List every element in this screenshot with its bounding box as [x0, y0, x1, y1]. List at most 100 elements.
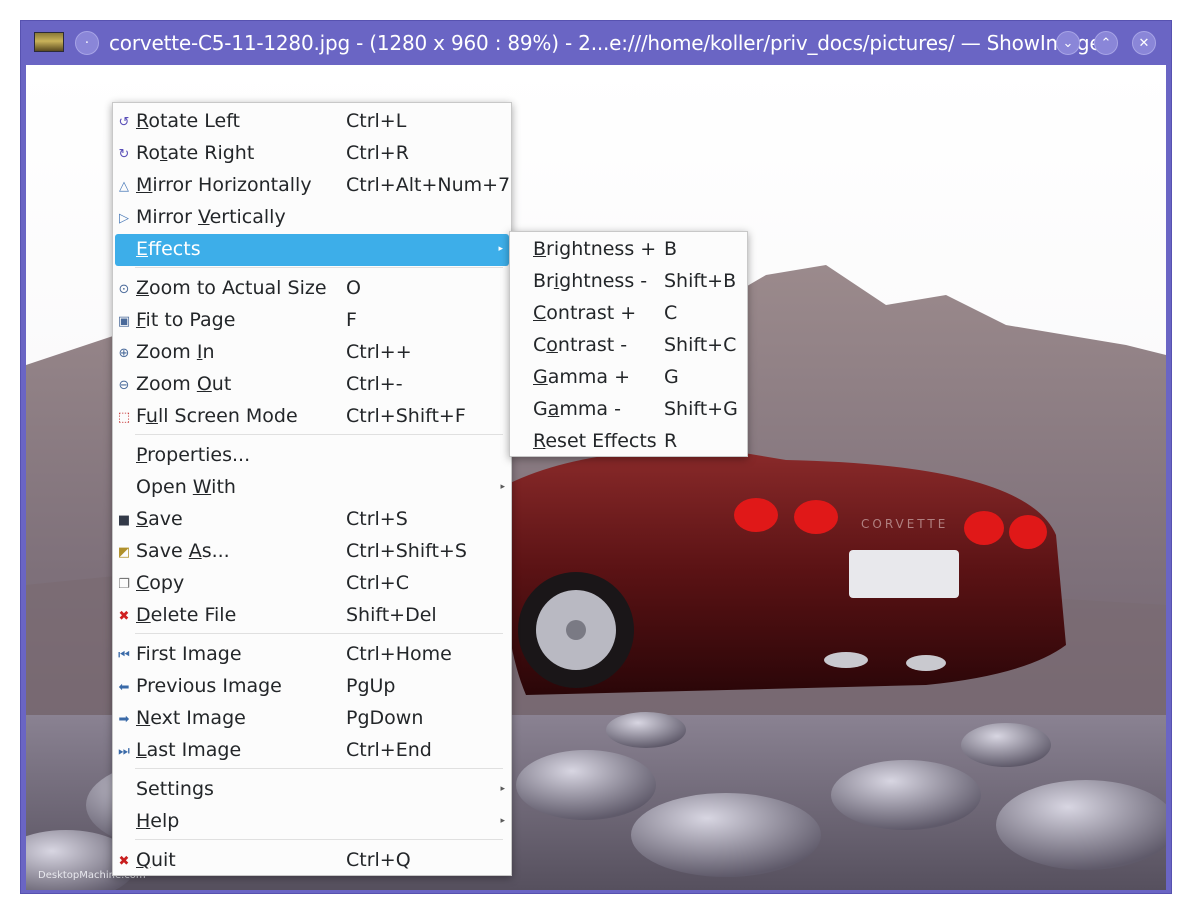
mnemonic-letter: G	[533, 366, 548, 388]
previous-image-icon: ⬅	[118, 679, 130, 695]
menu-item-label: Previous Image	[136, 675, 282, 697]
effects-item-brightness-plus[interactable]: Brightness + B	[510, 234, 747, 266]
effects-item-reset-effects[interactable]: Reset Effects R	[510, 426, 747, 458]
menu-item-last-image[interactable]: ⏭ Last Image Ctrl+End	[113, 735, 511, 767]
menu-item-shortcut: Ctrl+S	[346, 508, 408, 530]
menu-item-label: Quit	[136, 849, 176, 871]
label-text: rightness +	[546, 238, 657, 260]
mnemonic-letter: R	[533, 430, 546, 452]
copy-icon: ❐	[118, 576, 130, 592]
mnemonic-letter: C	[533, 302, 547, 324]
mnemonic-letter: M	[136, 174, 153, 196]
menu-item-save[interactable]: ■ Save Ctrl+S	[113, 504, 511, 536]
menu-item-label: Rotate Left	[136, 110, 240, 132]
menu-item-first-image[interactable]: ⏮ First Image Ctrl+Home	[113, 639, 511, 671]
menu-item-zoom-out[interactable]: ⊖ Zoom Out Ctrl+-	[113, 369, 511, 401]
label-text: ave	[148, 508, 183, 530]
window-menu-button[interactable]: ·	[75, 31, 99, 55]
mirror-horizontal-icon: △	[119, 178, 129, 194]
label-text: eset Effects	[545, 430, 657, 452]
close-button[interactable]: ✕	[1132, 31, 1156, 55]
title-bar[interactable]: · corvette-C5-11-1280.jpg - (1280 x 960 …	[21, 21, 1171, 65]
label-text: ontrast +	[546, 302, 637, 324]
maximize-button[interactable]: ⌃	[1094, 31, 1118, 55]
mnemonic-letter: Z	[136, 277, 150, 299]
menu-item-label: Reset Effects	[533, 430, 657, 452]
minimize-button[interactable]: ⌄	[1056, 31, 1080, 55]
menu-item-shortcut: F	[346, 309, 357, 331]
car-badge-text: CORVETTE	[861, 517, 948, 531]
mnemonic-letter: A	[188, 540, 202, 562]
menu-item-shortcut: Shift+C	[664, 334, 737, 356]
menu-item-label: Last Image	[136, 739, 241, 761]
menu-item-zoom-in[interactable]: ⊕ Zoom In Ctrl++	[113, 337, 511, 369]
menu-item-label: Zoom In	[136, 341, 214, 363]
menu-item-zoom-to-actual-size[interactable]: ⊙ Zoom to Actual Size O	[113, 273, 511, 305]
menu-item-label: Properties...	[136, 444, 250, 466]
label-text: opy	[149, 572, 185, 594]
menu-item-delete-file[interactable]: ✖ Delete File Shift+Del	[113, 600, 511, 632]
menu-item-shortcut: O	[346, 277, 361, 299]
menu-item-effects[interactable]: Effects ▸	[115, 234, 509, 266]
menu-item-shortcut: PgUp	[346, 675, 396, 697]
maximize-icon: ⌃	[1100, 35, 1112, 51]
label-text: it to Page	[145, 309, 236, 331]
effects-item-gamma-minus[interactable]: Gamma - Shift+G	[510, 394, 747, 426]
menu-item-shortcut: PgDown	[346, 707, 424, 729]
menu-item-label: Delete File	[136, 604, 236, 626]
label-text: elp	[150, 810, 180, 832]
menu-item-shortcut: B	[664, 238, 678, 260]
effects-item-gamma-plus[interactable]: Gamma + G	[510, 362, 747, 394]
menu-item-shortcut: C	[664, 302, 678, 324]
label-text: uit	[150, 849, 176, 871]
minimize-icon: ⌄	[1062, 35, 1074, 51]
menu-separator	[135, 839, 503, 840]
menu-item-fit-to-page[interactable]: ▣ Fit to Page F	[113, 305, 511, 337]
mnemonic-letter: O	[196, 373, 212, 395]
fullscreen-icon: ⬚	[117, 409, 131, 425]
menu-item-open-with[interactable]: Open With ▸	[113, 472, 511, 504]
zoom-in-icon: ⊕	[118, 345, 130, 361]
menu-item-label: Gamma -	[533, 398, 621, 420]
menu-item-properties[interactable]: Properties...	[113, 440, 511, 472]
effects-item-contrast-plus[interactable]: Contrast + C	[510, 298, 747, 330]
fit-page-icon: ▣	[117, 313, 131, 329]
submenu-arrow-icon: ▸	[500, 482, 505, 492]
label-text: G	[533, 398, 548, 420]
label-text: amma +	[547, 366, 630, 388]
effects-item-contrast-minus[interactable]: Contrast - Shift+C	[510, 330, 747, 362]
effects-submenu: Brightness + B Brightness - Shift+B Contrast…	[509, 231, 748, 457]
menu-item-mirror-vertically[interactable]: ▷ Mirror Vertically	[113, 202, 511, 234]
menu-item-shortcut: Ctrl+L	[346, 110, 407, 132]
menu-item-settings[interactable]: Settings ▸	[113, 774, 511, 806]
menu-item-label: Contrast -	[533, 334, 627, 356]
mnemonic-letter: N	[136, 707, 151, 729]
effects-item-brightness-minus[interactable]: Brightness - Shift+B	[510, 266, 747, 298]
menu-item-copy[interactable]: ❐ Copy Ctrl+C	[113, 568, 511, 600]
menu-item-rotate-left[interactable]: ↺ Rotate Left Ctrl+L	[113, 106, 511, 138]
menu-item-shortcut: Ctrl++	[346, 341, 412, 363]
context-menu: ↺ Rotate Left Ctrl+L ↻ Rotate Right Ctrl+R △ Mi…	[112, 102, 512, 876]
menu-item-save-as[interactable]: ◩ Save As... Ctrl+Shift+S	[113, 536, 511, 568]
menu-item-shortcut: Ctrl+Shift+S	[346, 540, 467, 562]
menu-item-mirror-horizontally[interactable]: △ Mirror Horizontally Ctrl+Alt+Num+7	[113, 170, 511, 202]
label-text: ffects	[148, 238, 201, 260]
app-thumbnail-icon	[34, 32, 64, 52]
menu-item-help[interactable]: Help ▸	[113, 806, 511, 838]
menu-item-previous-image[interactable]: ⬅ Previous Image PgUp	[113, 671, 511, 703]
menu-item-rotate-right[interactable]: ↻ Rotate Right Ctrl+R	[113, 138, 511, 170]
menu-item-label: Save As...	[136, 540, 230, 562]
menu-item-label: Fit to Page	[136, 309, 235, 331]
menu-item-label: Rotate Right	[136, 142, 254, 164]
menu-item-quit[interactable]: ✖ Quit Ctrl+Q	[113, 845, 511, 877]
menu-item-full-screen-mode[interactable]: ⬚ Full Screen Mode Ctrl+Shift+F	[113, 401, 511, 433]
menu-item-label: Zoom to Actual Size	[136, 277, 327, 299]
menu-item-next-image[interactable]: ➡ Next Image PgDown	[113, 703, 511, 735]
menu-item-label: Mirror Horizontally	[136, 174, 312, 196]
mnemonic-letter: W	[192, 476, 212, 498]
submenu-arrow-icon: ▸	[500, 784, 505, 794]
label-text: otate Left	[148, 110, 241, 132]
label-text: n	[202, 341, 215, 363]
menu-item-label: Contrast +	[533, 302, 636, 324]
label-text: roperties...	[147, 444, 251, 466]
